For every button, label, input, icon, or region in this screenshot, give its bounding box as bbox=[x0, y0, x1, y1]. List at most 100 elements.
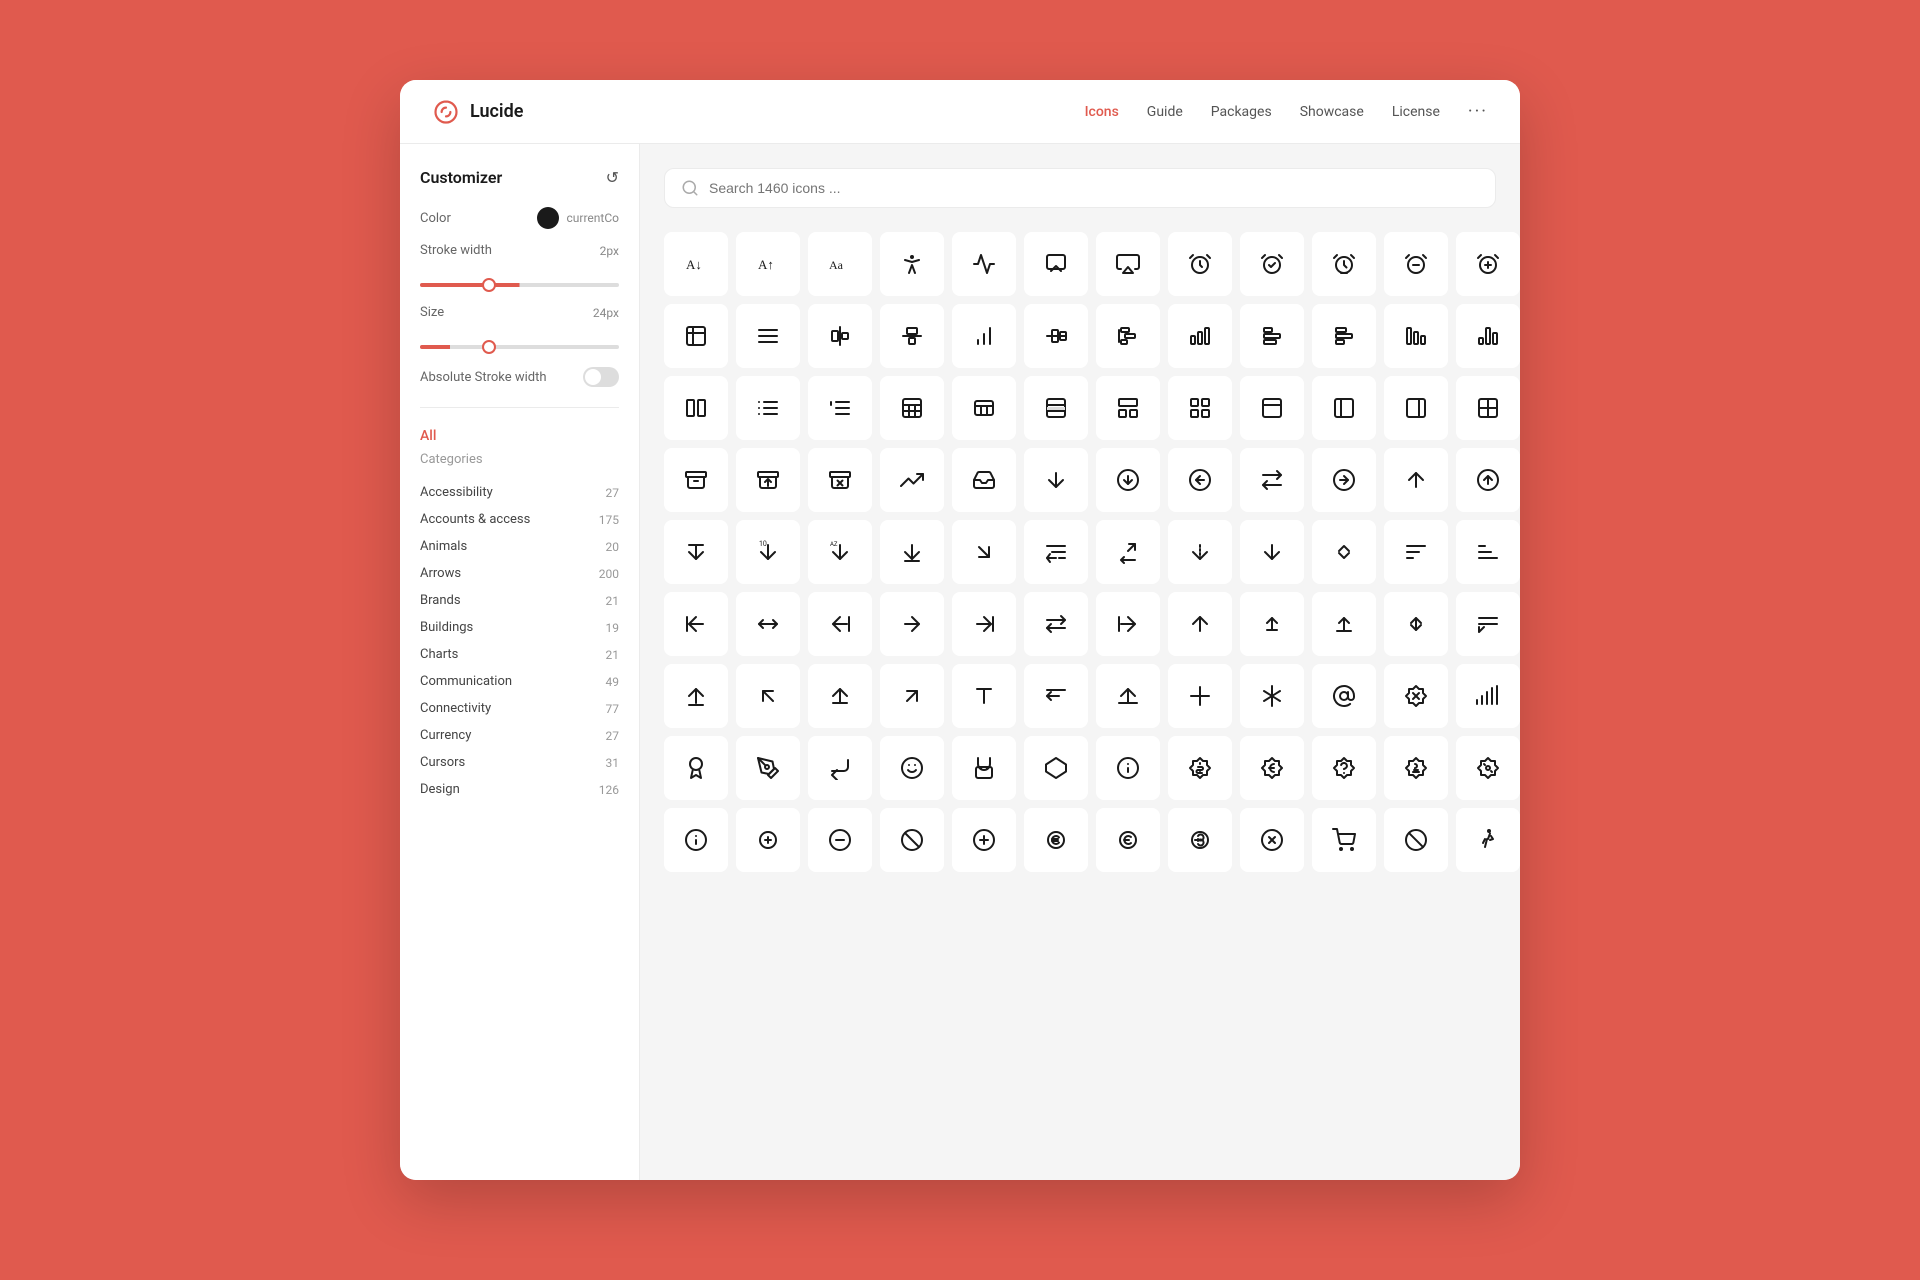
icon-badge-euro[interactable] bbox=[1240, 736, 1304, 800]
icon-activity[interactable] bbox=[952, 232, 1016, 296]
icon-sort-down[interactable]: AZ bbox=[808, 520, 872, 584]
icon-circle-minus[interactable] bbox=[808, 808, 872, 872]
icon-arrow-right-line[interactable] bbox=[1096, 592, 1160, 656]
icon-align-vertical[interactable] bbox=[808, 304, 872, 368]
icon-a-case[interactable]: Aa bbox=[808, 232, 872, 296]
nav-icons[interactable]: Icons bbox=[1085, 104, 1119, 120]
icon-arrow-up-right[interactable] bbox=[880, 664, 944, 728]
icon-arrows-up-down[interactable] bbox=[1312, 520, 1376, 584]
icon-layout-template[interactable] bbox=[1096, 376, 1160, 440]
category-connectivity[interactable]: Connectivity 77 bbox=[420, 695, 619, 722]
icon-align-horizontal[interactable] bbox=[880, 304, 944, 368]
icon-arrow-right-to-line[interactable] bbox=[952, 592, 1016, 656]
icon-circle-slash[interactable] bbox=[880, 808, 944, 872]
icon-arrow-no-up[interactable] bbox=[952, 664, 1016, 728]
icon-arrow-up-down[interactable] bbox=[1456, 592, 1520, 656]
category-brands[interactable]: Brands 21 bbox=[420, 587, 619, 614]
icon-bar-chart[interactable] bbox=[952, 304, 1016, 368]
icon-arrow-down-circle[interactable] bbox=[1096, 448, 1160, 512]
nav-guide[interactable]: Guide bbox=[1147, 104, 1183, 120]
abs-stroke-toggle[interactable] bbox=[583, 367, 619, 387]
icon-arrow-corner[interactable] bbox=[1096, 520, 1160, 584]
icon-arrow-left-right[interactable] bbox=[1240, 448, 1304, 512]
icon-hexagon[interactable] bbox=[1024, 736, 1088, 800]
icon-currency-general[interactable] bbox=[736, 808, 800, 872]
nav-more-button[interactable]: ··· bbox=[1468, 101, 1488, 122]
icon-currency2[interactable] bbox=[1024, 808, 1088, 872]
icon-circle-x[interactable] bbox=[1240, 808, 1304, 872]
icon-arrow-down-10[interactable]: 10 bbox=[736, 520, 800, 584]
icon-award[interactable] bbox=[664, 736, 728, 800]
search-input[interactable] bbox=[709, 180, 1479, 196]
icon-accessibility[interactable] bbox=[880, 232, 944, 296]
icon-bar-chart-2[interactable] bbox=[1168, 304, 1232, 368]
color-swatch[interactable]: currentCo bbox=[537, 207, 620, 229]
icon-arrows-left-right[interactable] bbox=[736, 592, 800, 656]
icon-arrow-right-circle[interactable] bbox=[1312, 448, 1376, 512]
icon-archive[interactable] bbox=[664, 448, 728, 512]
icon-arrow-left-line[interactable] bbox=[808, 592, 872, 656]
size-slider[interactable] bbox=[420, 345, 619, 349]
icon-circle-info[interactable] bbox=[664, 808, 728, 872]
icon-arrow-down[interactable] bbox=[1024, 448, 1088, 512]
icon-badge-dollar[interactable] bbox=[1168, 736, 1232, 800]
icon-at-sign[interactable] bbox=[1312, 664, 1376, 728]
icon-list-collapse[interactable] bbox=[808, 376, 872, 440]
icon-gantt-chart[interactable] bbox=[1096, 304, 1160, 368]
icon-alarm[interactable] bbox=[1168, 232, 1232, 296]
icon-layout-panel-right[interactable] bbox=[1384, 376, 1448, 440]
icon-alarm-minus[interactable] bbox=[1384, 232, 1448, 296]
nav-license[interactable]: License bbox=[1392, 104, 1440, 120]
icon-badge-help[interactable] bbox=[1312, 736, 1376, 800]
category-accessibility[interactable]: Accessibility 27 bbox=[420, 479, 619, 506]
icon-arrow-wavy[interactable] bbox=[1168, 520, 1232, 584]
icon-pen-tool[interactable] bbox=[736, 736, 800, 800]
category-communication[interactable]: Communication 49 bbox=[420, 668, 619, 695]
icon-align-justify[interactable] bbox=[736, 304, 800, 368]
category-charts[interactable]: Charts 21 bbox=[420, 641, 619, 668]
icon-shopping-cart[interactable] bbox=[1312, 808, 1376, 872]
icon-backpack[interactable] bbox=[952, 736, 1016, 800]
icon-arrow-up-circle[interactable] bbox=[1456, 448, 1520, 512]
icon-bar-chart-big[interactable] bbox=[1384, 304, 1448, 368]
category-cursors[interactable]: Cursors 31 bbox=[420, 749, 619, 776]
icon-layout-panelh[interactable] bbox=[1240, 376, 1304, 440]
icon-inbox[interactable] bbox=[952, 448, 1016, 512]
icon-signal[interactable] bbox=[1456, 664, 1520, 728]
icon-arrow-up-left[interactable] bbox=[736, 664, 800, 728]
icon-ban[interactable] bbox=[1384, 808, 1448, 872]
icon-sort-asc[interactable] bbox=[1240, 592, 1304, 656]
icon-sort-num-down[interactable] bbox=[1456, 520, 1520, 584]
icon-arrow-down-smooth[interactable] bbox=[1240, 520, 1304, 584]
icon-trending-up[interactable] bbox=[880, 448, 944, 512]
icon-arrow-up-down-2[interactable] bbox=[1168, 664, 1232, 728]
icon-arrows-exchange[interactable] bbox=[1024, 592, 1088, 656]
icon-arrow-down-right[interactable] bbox=[952, 520, 1016, 584]
icon-arrow-down-to-line[interactable] bbox=[880, 520, 944, 584]
icon-arrow-down-1[interactable] bbox=[664, 520, 728, 584]
icon-clock-info[interactable] bbox=[1096, 736, 1160, 800]
icon-badge-x[interactable] bbox=[1384, 664, 1448, 728]
icon-person-walk[interactable] bbox=[1456, 808, 1520, 872]
icon-smile[interactable] bbox=[880, 736, 944, 800]
icon-archive-restore[interactable] bbox=[736, 448, 800, 512]
icon-badge-x2[interactable] bbox=[1456, 736, 1520, 800]
icon-archive-x[interactable] bbox=[808, 448, 872, 512]
icon-arrow-left-to-line[interactable] bbox=[664, 592, 728, 656]
category-buildings[interactable]: Buildings 19 bbox=[420, 614, 619, 641]
icon-arrow-up[interactable] bbox=[1384, 448, 1448, 512]
category-animals[interactable]: Animals 20 bbox=[420, 533, 619, 560]
category-currency[interactable]: Currency 27 bbox=[420, 722, 619, 749]
icon-columns[interactable] bbox=[664, 376, 728, 440]
icon-currency4[interactable] bbox=[1168, 808, 1232, 872]
icon-sort-asc2[interactable] bbox=[1312, 592, 1376, 656]
category-arrows[interactable]: Arrows 200 bbox=[420, 560, 619, 587]
icon-asterisk[interactable] bbox=[1240, 664, 1304, 728]
icon-arrow-left-circle[interactable] bbox=[1168, 448, 1232, 512]
icon-a-up[interactable]: A↑ bbox=[736, 232, 800, 296]
icon-layout-panel-left[interactable] bbox=[1312, 376, 1376, 440]
icon-currency3[interactable] bbox=[1096, 808, 1160, 872]
category-design[interactable]: Design 126 bbox=[420, 776, 619, 803]
icon-bar-chart-h[interactable] bbox=[1240, 304, 1304, 368]
icon-badge-pound[interactable] bbox=[1384, 736, 1448, 800]
